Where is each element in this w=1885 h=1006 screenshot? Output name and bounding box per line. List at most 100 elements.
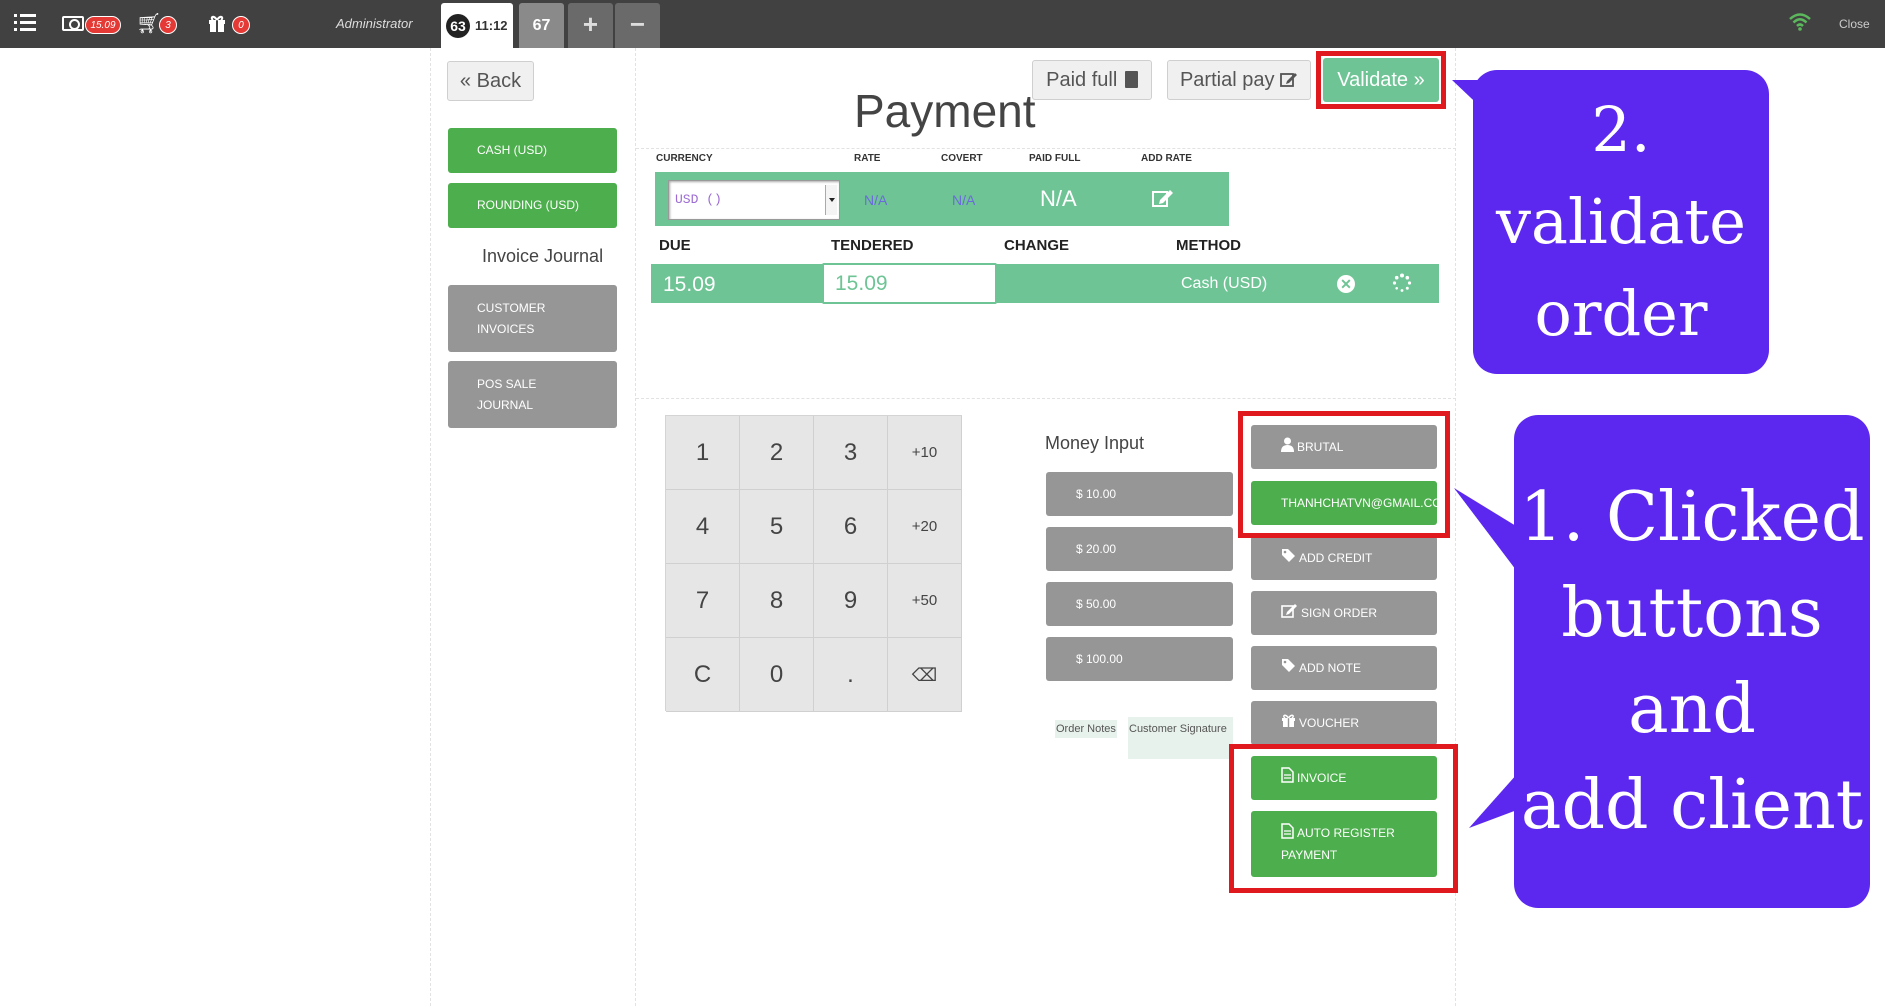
sign-order-label: SIGN ORDER bbox=[1301, 605, 1378, 620]
annotation-bubble-clicked: 1. Clicked buttons and add client bbox=[1514, 415, 1870, 908]
order-tab-active[interactable]: 63 11:12 bbox=[441, 3, 513, 48]
tag-icon bbox=[1281, 548, 1296, 569]
calculator-icon bbox=[1124, 71, 1138, 88]
menu-icon[interactable] bbox=[14, 14, 36, 32]
numpad-key-plus50[interactable]: +50 bbox=[888, 564, 962, 638]
numpad-key-dot[interactable]: . bbox=[814, 638, 888, 712]
bubble-text: 2. bbox=[1591, 93, 1651, 166]
gift-icon bbox=[1281, 713, 1296, 734]
cash-badge: 15.09 bbox=[85, 16, 121, 34]
back-button[interactable]: « Back bbox=[447, 61, 534, 101]
customer-signature-label: Customer Signature bbox=[1129, 723, 1227, 735]
cash-icon[interactable] bbox=[62, 16, 84, 31]
change-header: CHANGE bbox=[1004, 237, 1070, 254]
add-rate-header: ADD RATE bbox=[1141, 153, 1192, 164]
partial-pay-label: Partial pay bbox=[1179, 69, 1275, 91]
numpad-key-plus20[interactable]: +20 bbox=[888, 490, 962, 564]
add-credit-button[interactable]: ADD CREDIT bbox=[1251, 536, 1437, 580]
numpad-key-4[interactable]: 4 bbox=[666, 490, 740, 564]
chevron-down-icon bbox=[825, 185, 837, 215]
divider bbox=[636, 398, 1456, 399]
divider bbox=[636, 148, 1456, 149]
paid-full-button[interactable]: Paid full bbox=[1032, 60, 1152, 100]
currency-select[interactable]: USD () bbox=[668, 180, 840, 220]
edit-icon bbox=[1280, 69, 1298, 91]
numpad-key-1[interactable]: 1 bbox=[666, 416, 740, 490]
rate-value: N/A bbox=[864, 192, 888, 208]
bubble-tail-1b bbox=[1469, 774, 1517, 828]
add-order-button[interactable]: + bbox=[568, 3, 613, 48]
top-bar: 15.09 🛒︎ 3 0 Administrator 63 11:12 67 +… bbox=[0, 0, 1885, 48]
annotation-client-highlight bbox=[1238, 411, 1450, 538]
money-button-50[interactable]: $ 50.00 bbox=[1046, 582, 1233, 626]
payment-method-rounding[interactable]: ROUNDING (USD) bbox=[448, 183, 617, 228]
payment-line[interactable]: 15.09 15.09 Cash (USD) ✕ bbox=[651, 263, 1439, 304]
journal-label: CUSTOMER INVOICES bbox=[477, 300, 546, 336]
wifi-icon bbox=[1788, 12, 1812, 32]
annotation-invoice-highlight bbox=[1229, 744, 1458, 893]
voucher-button[interactable]: VOUCHER bbox=[1251, 701, 1437, 745]
numpad-key-7[interactable]: 7 bbox=[666, 564, 740, 638]
bubble-text: 1. Clicked bbox=[1519, 477, 1865, 557]
numpad-key-2[interactable]: 2 bbox=[740, 416, 814, 490]
numpad-key-5[interactable]: 5 bbox=[740, 490, 814, 564]
currency-row: USD () N/A N/A N/A bbox=[655, 172, 1229, 226]
bubble-tail-1 bbox=[1454, 488, 1516, 570]
numpad: 1 2 3 +10 4 5 6 +20 7 8 9 +50 C 0 . ⌫ bbox=[665, 415, 962, 712]
cart-icon[interactable]: 🛒︎ bbox=[136, 14, 161, 34]
gift-badge: 0 bbox=[232, 16, 250, 34]
edit-icon bbox=[1281, 603, 1298, 624]
method-value: Cash (USD) bbox=[1181, 275, 1268, 292]
add-note-button[interactable]: ADD NOTE bbox=[1251, 646, 1437, 690]
partial-pay-button[interactable]: Partial pay bbox=[1167, 60, 1311, 100]
divider bbox=[635, 48, 636, 1006]
bubble-text: add client bbox=[1520, 765, 1864, 845]
cart-badge: 3 bbox=[159, 16, 177, 34]
covert-header: COVERT bbox=[941, 153, 983, 164]
money-button-100[interactable]: $ 100.00 bbox=[1046, 637, 1233, 681]
backspace-icon[interactable]: ⌫ bbox=[888, 638, 962, 712]
numpad-key-6[interactable]: 6 bbox=[814, 490, 888, 564]
due-header: DUE bbox=[659, 237, 691, 254]
paid-full-label: Paid full bbox=[1046, 69, 1118, 91]
order-time: 11:12 bbox=[475, 18, 508, 33]
money-input-title: Money Input bbox=[1045, 433, 1145, 453]
close-button[interactable]: Close bbox=[1839, 17, 1870, 31]
bubble-text: buttons and bbox=[1561, 573, 1823, 749]
numpad-key-plus10[interactable]: +10 bbox=[888, 416, 962, 490]
user-name: Administrator bbox=[336, 16, 413, 31]
tendered-input[interactable]: 15.09 bbox=[822, 263, 997, 304]
add-rate-edit-icon[interactable] bbox=[1152, 188, 1174, 208]
money-button-20[interactable]: $ 20.00 bbox=[1046, 527, 1233, 571]
money-button-10[interactable]: $ 10.00 bbox=[1046, 472, 1233, 516]
due-value: 15.09 bbox=[663, 273, 716, 296]
order-tab-other[interactable]: 67 bbox=[519, 3, 564, 48]
journal-pos-sale[interactable]: POS SALE JOURNAL bbox=[448, 361, 617, 428]
page-title: Payment bbox=[854, 85, 1036, 137]
journal-title: Invoice Journal bbox=[482, 246, 604, 266]
bubble-text: order bbox=[1534, 277, 1708, 350]
numpad-key-3[interactable]: 3 bbox=[814, 416, 888, 490]
currency-header: CURRENCY bbox=[656, 153, 713, 164]
currency-selected: USD () bbox=[675, 192, 722, 207]
gift-icon[interactable] bbox=[207, 13, 227, 37]
bubble-text: validate bbox=[1496, 185, 1746, 258]
tendered-header: TENDERED bbox=[831, 237, 914, 254]
pos-payment-screen: 15.09 🛒︎ 3 0 Administrator 63 11:12 67 +… bbox=[0, 0, 1885, 1006]
journal-customer-invoices[interactable]: CUSTOMER INVOICES bbox=[448, 285, 617, 352]
sign-order-button[interactable]: SIGN ORDER bbox=[1251, 591, 1437, 635]
divider bbox=[430, 48, 431, 1006]
numpad-key-9[interactable]: 9 bbox=[814, 564, 888, 638]
journal-label: POS SALE JOURNAL bbox=[477, 376, 537, 412]
payment-method-cash[interactable]: CASH (USD) bbox=[448, 128, 617, 173]
tag-icon bbox=[1281, 658, 1296, 679]
paid-full-value: N/A bbox=[1040, 186, 1077, 211]
numpad-key-clear[interactable]: C bbox=[666, 638, 740, 712]
method-header: METHOD bbox=[1176, 237, 1241, 254]
numpad-key-0[interactable]: 0 bbox=[740, 638, 814, 712]
remove-order-button[interactable]: − bbox=[615, 3, 660, 48]
numpad-key-8[interactable]: 8 bbox=[740, 564, 814, 638]
remove-line-icon[interactable]: ✕ bbox=[1337, 275, 1355, 293]
covert-value: N/A bbox=[952, 192, 976, 208]
annotation-validate-highlight bbox=[1316, 51, 1446, 109]
